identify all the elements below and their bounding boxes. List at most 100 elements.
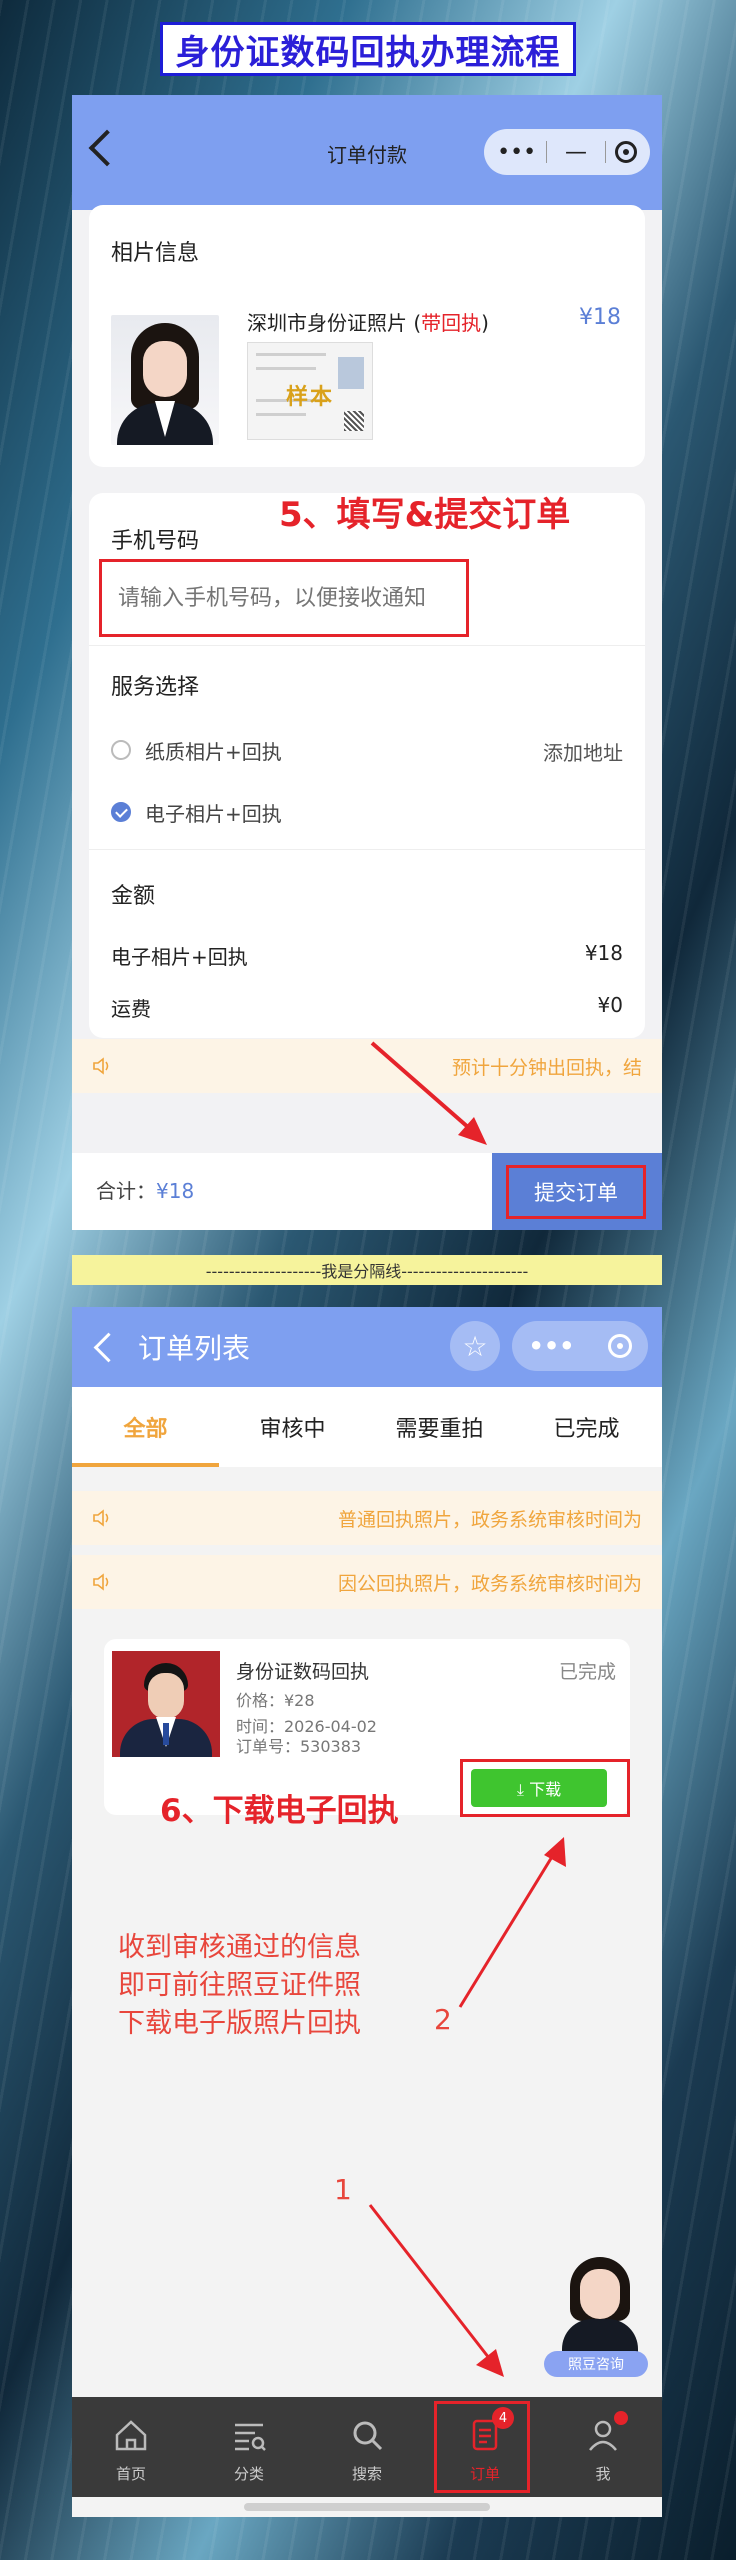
hint-line: 即可前往照豆证件照 (118, 1970, 361, 2001)
amount-row-label: 电子相片+回执 (111, 945, 248, 969)
total-label: 合计： (96, 1179, 156, 1203)
hint-line: 下载电子版照片回执 (118, 2008, 361, 2039)
item-price: ¥18 (579, 305, 621, 330)
download-button[interactable]: ⤓ 下载 (471, 1769, 607, 1807)
speaker-icon (93, 1573, 109, 1591)
home-icon (115, 2420, 147, 2451)
receipt-thumbnail: 样本 (247, 342, 373, 440)
order-total: 合计：¥18 (96, 1175, 194, 1204)
tabbar-label: 订单 (469, 2465, 500, 2483)
tab-reviewing[interactable]: 审核中 (219, 1387, 366, 1467)
order-form-card: 手机号码 5、填写&提交订单 服务选择 纸质相片+回执 添加地址 电子相片+回执… (89, 493, 645, 1038)
id-photo-thumbnail (111, 315, 219, 445)
order-tabs: 全部 审核中 需要重拍 已完成 (72, 1387, 662, 1467)
annotation-number-1: 1 (334, 2173, 352, 2206)
amount-row-value: ¥18 (584, 941, 623, 965)
speaker-icon (93, 1509, 109, 1527)
mini-program-capsule: ••• (512, 1321, 648, 1371)
close-target-icon[interactable] (607, 1334, 632, 1358)
item-tag: 带回执 (421, 311, 482, 335)
mini-program-capsule: ••• — (484, 129, 650, 175)
photo-item-name: 深圳市身份证照片 (带回执) (247, 311, 489, 335)
banner-title: 身份证数码回执办理流程 (175, 32, 561, 73)
notice-text: 因公回执照片，政务系统审核时间为 (337, 1572, 642, 1595)
minimize-icon[interactable]: — (556, 140, 596, 165)
search-icon (353, 2421, 383, 2451)
sample-watermark: 样本 (286, 385, 335, 410)
navigation-bar: 订单付款 ••• — (72, 95, 662, 210)
option-electronic-photo[interactable]: 电子相片+回执 (145, 798, 282, 827)
category-icon (235, 2423, 266, 2451)
service-title: 服务选择 (111, 675, 200, 700)
radio-electronic-photo[interactable] (111, 802, 131, 822)
tabbar-label: 分类 (233, 2465, 264, 2483)
annotation-number-2: 2 (434, 2003, 452, 2036)
close-target-icon[interactable] (615, 141, 638, 163)
consult-label[interactable]: 照豆咨询 (544, 2351, 648, 2377)
navigation-bar: 订单列表 ☆ ••• (72, 1307, 662, 1387)
order-number: 订单号：530383 (236, 1737, 362, 1756)
notice-bar: 预计十分钟出回执，结 (72, 1039, 662, 1093)
order-price: 价格：¥28 (236, 1691, 315, 1710)
notice-text: 预计十分钟出回执，结 (451, 1056, 642, 1079)
back-icon[interactable] (93, 1332, 124, 1363)
bottom-tab-bar: 首页 分类 搜索 4 订单 我 (72, 2397, 662, 2497)
hint-line: 收到审核通过的信息 (118, 1932, 361, 1963)
photo-info-title: 相片信息 (111, 241, 200, 266)
step-5-label: 5、填写&提交订单 (279, 495, 571, 535)
notice-bar: 普通回执照片，政务系统审核时间为 (72, 1491, 662, 1545)
order-name: 身份证数码回执 (236, 1661, 370, 1683)
divider (89, 849, 645, 850)
item-name-text: 深圳市身份证照片 (247, 311, 407, 335)
amount-title: 金额 (111, 884, 156, 909)
separator-line: --------------------我是分隔线---------------… (72, 1255, 662, 1285)
order-payment-screen: 订单付款 ••• — 相片信息 深圳市身份证照片 (带回执) ¥18 样本 手机… (72, 95, 662, 1230)
tabbar-label: 搜索 (351, 2465, 382, 2483)
speaker-icon (93, 1057, 109, 1075)
tabbar-category[interactable]: 分类 (190, 2397, 308, 2497)
option-paper-photo[interactable]: 纸质相片+回执 (145, 736, 282, 765)
step-6-label: 6、下载电子回执 (160, 1793, 399, 1829)
instruction-text: 收到审核通过的信息 即可前往照豆证件照 下载电子版照片回执 (118, 1929, 361, 2043)
notice-bar: 因公回执照片，政务系统审核时间为 (72, 1555, 662, 1609)
tabbar-label: 我 (595, 2465, 611, 2483)
active-tab-indicator (72, 1463, 219, 1467)
phone-input[interactable] (116, 584, 460, 612)
more-icon[interactable]: ••• (528, 1332, 574, 1360)
home-indicator[interactable] (244, 2503, 490, 2511)
shipping-label: 运费 (111, 997, 151, 1021)
divider (89, 645, 645, 646)
consult-assistant[interactable]: 照豆咨询 (544, 2257, 654, 2387)
title-banner: 身份证数码回执办理流程 (160, 22, 576, 76)
download-highlight-frame: ⤓ 下载 (460, 1759, 630, 1817)
tab-retake[interactable]: 需要重拍 (366, 1387, 513, 1467)
tabbar-me[interactable]: 我 (544, 2397, 662, 2497)
photo-info-card: 相片信息 深圳市身份证照片 (带回执) ¥18 样本 (89, 205, 645, 467)
add-address-link[interactable]: 添加地址 (543, 737, 623, 766)
submit-area: 提交订单 (492, 1153, 662, 1230)
order-photo-thumbnail (112, 1651, 220, 1757)
phone-input-frame (99, 559, 469, 637)
tabbar-orders[interactable]: 4 订单 (426, 2397, 544, 2497)
checkout-bar: 合计：¥18 提交订单 (72, 1153, 662, 1230)
order-list-screen: 订单列表 ☆ ••• 全部 审核中 需要重拍 已完成 普通回执照片，政务系统审核… (72, 1307, 662, 2517)
capsule-divider (605, 141, 607, 163)
tabbar-search[interactable]: 搜索 (308, 2397, 426, 2497)
tabbar-label: 首页 (115, 2465, 146, 2483)
tabbar-home[interactable]: 首页 (72, 2397, 190, 2497)
shipping-value: ¥0 (597, 993, 623, 1017)
radio-paper-photo[interactable] (111, 740, 131, 760)
capsule-divider (545, 141, 547, 163)
notification-dot (614, 2411, 628, 2425)
total-value: ¥18 (156, 1179, 195, 1203)
tab-completed[interactable]: 已完成 (513, 1387, 660, 1467)
order-count-badge: 4 (492, 2407, 514, 2429)
phone-label: 手机号码 (111, 529, 200, 554)
notice-text: 普通回执照片，政务系统审核时间为 (337, 1508, 642, 1531)
submit-order-button[interactable]: 提交订单 (506, 1165, 646, 1219)
page-title: 订单列表 (138, 1332, 251, 1365)
tab-all[interactable]: 全部 (72, 1387, 219, 1467)
star-icon[interactable]: ☆ (450, 1321, 500, 1371)
more-icon[interactable]: ••• (497, 140, 537, 165)
status-badge: 已完成 (558, 1661, 616, 1683)
